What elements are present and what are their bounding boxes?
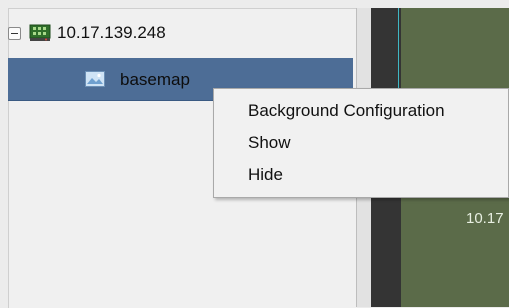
tree-item-label: basemap (120, 70, 190, 89)
menu-item-show[interactable]: Show (248, 133, 291, 153)
device-icon (29, 24, 51, 41)
map-image-icon (85, 71, 105, 87)
map-device-label: 10.17 (466, 210, 504, 227)
tree-root-row[interactable]: 10.17.139.248 (8, 21, 166, 45)
context-menu: Background Configuration Show Hide (213, 88, 509, 198)
menu-item-hide[interactable]: Hide (248, 165, 283, 185)
tree-root-label: 10.17.139.248 (57, 23, 166, 42)
collapse-toggle[interactable] (8, 26, 21, 40)
menu-item-background-configuration[interactable]: Background Configuration (248, 101, 445, 121)
